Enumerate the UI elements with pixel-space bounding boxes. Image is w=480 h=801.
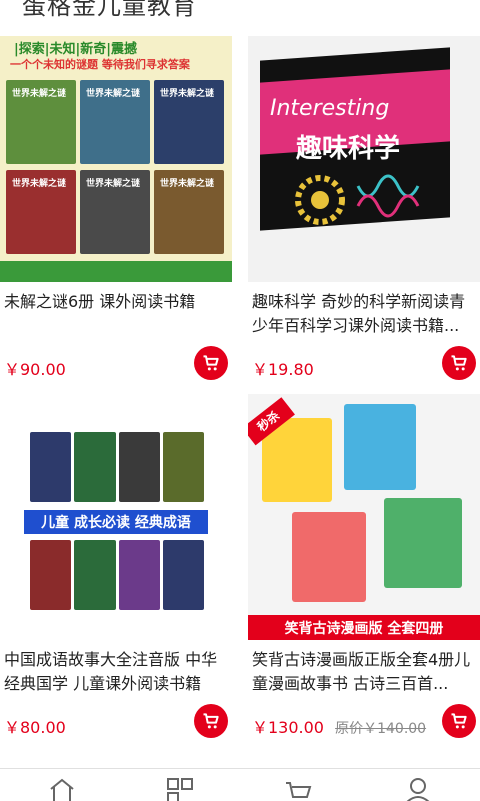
cart-icon — [203, 713, 219, 729]
gear-icon — [295, 174, 420, 225]
product-price: ￥90.00 — [4, 360, 66, 379]
add-to-cart-button[interactable] — [194, 346, 228, 380]
book-row — [30, 540, 204, 610]
add-to-cart-button[interactable] — [194, 704, 228, 738]
original-price: 原价￥140.00 — [335, 721, 427, 737]
book-label: 世界未解之谜 — [12, 89, 67, 99]
add-to-cart-button[interactable] — [442, 704, 476, 738]
product-price: ￥19.80 — [252, 360, 314, 379]
product-image[interactable]: Interesting 趣味科学 — [248, 36, 480, 282]
cover-chinese-title: 趣味科学 — [296, 134, 401, 164]
product-title[interactable]: 笑背古诗漫画版正版全套4册儿童漫画故事书 古诗三百首... — [252, 648, 476, 696]
cover-english-title: Interesting — [270, 96, 390, 121]
category-icon[interactable] — [166, 777, 194, 801]
product-image[interactable]: 秒杀 笑背古诗漫画版 全套四册 — [248, 394, 480, 640]
cart-icon[interactable] — [284, 777, 312, 801]
add-to-cart-button[interactable] — [442, 346, 476, 380]
book-label: 世界未解之谜 — [160, 89, 215, 99]
product-price: ￥130.00 原价￥140.00 — [252, 714, 426, 738]
home-icon[interactable] — [48, 777, 76, 801]
product-title[interactable]: 未解之谜6册 课外阅读书籍 — [4, 290, 228, 314]
top-header: 蛋格金儿童教育 — [0, 0, 480, 30]
product-image[interactable]: |探索|未知|新奇|震撼 一个个未知的谜题 等待我们寻求答案 世界未解之谜 世界… — [0, 36, 232, 282]
bottom-nav — [0, 768, 480, 801]
image-subtitle: 一个个未知的谜题 等待我们寻求答案 — [10, 58, 190, 71]
book-row — [30, 432, 204, 502]
product-title[interactable]: 趣味科学 奇妙的科学新阅读青少年百科学习课外阅读书籍... — [252, 290, 476, 338]
current-price: ￥130.00 — [252, 718, 324, 737]
product-price: ￥80.00 — [4, 718, 66, 737]
image-tags: |探索|未知|新奇|震撼 — [14, 42, 137, 57]
product-title[interactable]: 中国成语故事大全注音版 中华经典国学 儿童课外阅读书籍 — [4, 648, 228, 696]
cart-icon — [203, 355, 219, 371]
image-band — [0, 261, 232, 282]
cart-icon — [451, 713, 467, 729]
cart-icon — [451, 355, 467, 371]
book-label: 世界未解之谜 — [160, 179, 215, 189]
book-label: 世界未解之谜 — [86, 179, 141, 189]
image-banner: 儿童 成长必读 经典成语 — [24, 510, 208, 534]
book-label: 世界未解之谜 — [12, 179, 67, 189]
product-image[interactable]: 儿童 成长必读 经典成语 — [0, 394, 232, 640]
book-label: 世界未解之谜 — [86, 89, 141, 99]
profile-icon[interactable] — [404, 777, 432, 801]
page-title: 蛋格金儿童教育 — [22, 0, 197, 20]
image-footer: 笑背古诗漫画版 全套四册 — [248, 615, 480, 640]
